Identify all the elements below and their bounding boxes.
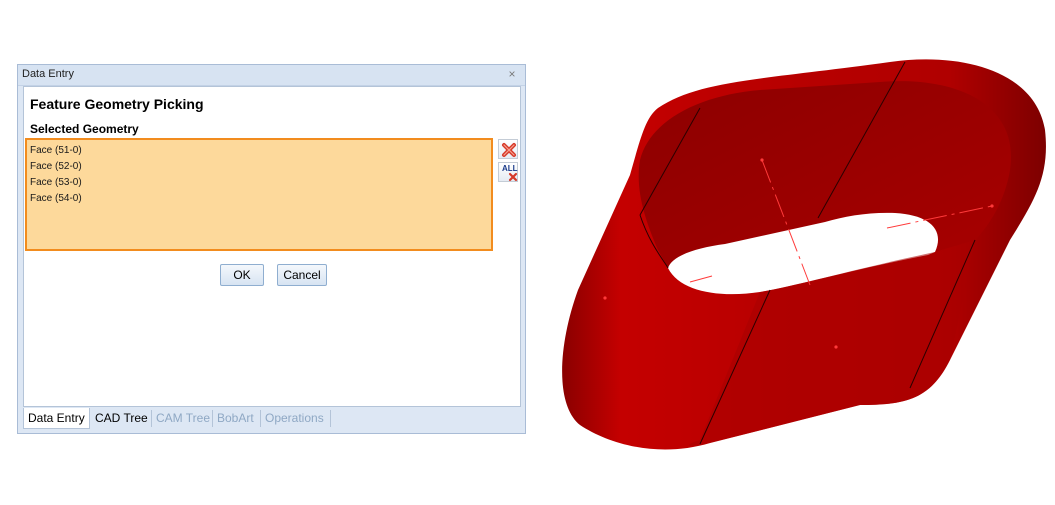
panel-titlebar[interactable]: Data Entry × <box>18 65 525 86</box>
panel-content: Feature Geometry Picking Selected Geomet… <box>23 86 521 407</box>
list-item[interactable]: Face (52-0) <box>30 161 82 172</box>
list-item[interactable]: Face (53-0) <box>30 177 82 188</box>
tab-operations: Operations <box>265 411 324 425</box>
small-red-x-icon <box>508 172 518 182</box>
data-entry-panel: Data Entry × Feature Geometry Picking Se… <box>17 64 526 434</box>
panel-title: Data Entry <box>22 68 74 80</box>
list-item[interactable]: Face (54-0) <box>30 193 82 204</box>
close-icon[interactable]: × <box>506 67 518 81</box>
section-label: Selected Geometry <box>30 122 139 136</box>
selected-geometry-list[interactable]: Face (51-0) Face (52-0) Face (53-0) Face… <box>25 138 493 251</box>
tab-cad-tree[interactable]: CAD Tree <box>91 408 152 429</box>
ok-button[interactable]: OK <box>220 264 264 286</box>
tab-data-entry[interactable]: Data Entry <box>23 408 90 429</box>
cancel-button[interactable]: Cancel <box>277 264 327 286</box>
list-item[interactable]: Face (51-0) <box>30 145 82 156</box>
tab-cam-tree: CAM Tree <box>156 411 211 425</box>
remove-all-button[interactable]: ALL <box>498 162 518 182</box>
tab-bobart: BobArt <box>217 411 254 425</box>
red-x-icon <box>502 143 516 157</box>
remove-selected-button[interactable] <box>498 139 518 159</box>
page-title: Feature Geometry Picking <box>30 96 204 112</box>
tab-divider <box>330 410 331 427</box>
red-stadium-ring-model[interactable] <box>540 40 1050 470</box>
